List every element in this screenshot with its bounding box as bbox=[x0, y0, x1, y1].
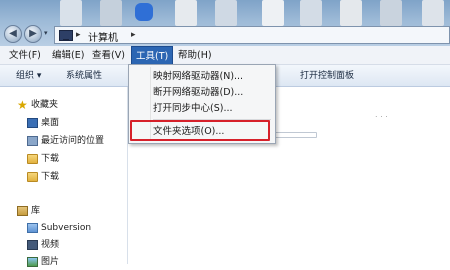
nav-label: Subversion bbox=[41, 223, 92, 233]
address-bar[interactable]: ▸ 计算机 ▸ bbox=[54, 26, 450, 44]
nav-item-downloads[interactable]: 下载 bbox=[0, 151, 128, 167]
nav-label: 视频 bbox=[41, 240, 60, 250]
open-sync-center-item[interactable]: 打开同步中心(S)... bbox=[153, 101, 233, 117]
nav-label: 最近访问的位置 bbox=[41, 136, 105, 146]
system-properties-button[interactable]: 系统属性 bbox=[66, 65, 102, 87]
recent-pages-dropdown-icon[interactable]: ▾ bbox=[44, 29, 48, 37]
computer-icon bbox=[59, 30, 73, 41]
background-thumbnail bbox=[60, 0, 82, 26]
background-thumbnail bbox=[300, 0, 322, 26]
nav-item-desktop[interactable]: 桌面 bbox=[0, 115, 128, 131]
map-network-drive-item[interactable]: 映射网络驱动器(N)... bbox=[153, 69, 243, 85]
menu-tools[interactable]: 工具(T) bbox=[131, 46, 173, 65]
menu-view[interactable]: 查看(V) bbox=[88, 46, 129, 65]
nav-label: 下载 bbox=[41, 172, 60, 182]
back-arrow-icon: ◀ bbox=[9, 28, 17, 39]
background-thumbnail bbox=[175, 0, 197, 26]
nav-label: 下载 bbox=[41, 154, 60, 164]
nav-label: 桌面 bbox=[41, 118, 60, 128]
folder-icon bbox=[27, 154, 38, 164]
forward-arrow-icon: ▶ bbox=[29, 28, 37, 39]
library-icon bbox=[17, 206, 28, 216]
video-library-icon bbox=[27, 240, 38, 250]
drive-capacity-bar bbox=[272, 132, 317, 138]
window-titlebar: ◀ ▶ ▾ ▸ 计算机 ▸ bbox=[0, 0, 450, 46]
breadcrumb-arrow-icon[interactable]: ▸ bbox=[76, 30, 81, 40]
picture-library-icon bbox=[27, 257, 38, 267]
breadcrumb-arrow-icon[interactable]: ▸ bbox=[131, 30, 136, 40]
nav-item-recent-places[interactable]: 最近访问的位置 bbox=[0, 133, 128, 149]
background-thumbnail bbox=[422, 0, 444, 26]
menu-bar: 文件(F) 编辑(E) 查看(V) 工具(T) 帮助(H) bbox=[0, 46, 450, 65]
nav-item-subversion[interactable]: Subversion bbox=[0, 220, 128, 236]
background-thumbnail bbox=[135, 3, 153, 21]
nav-item-pictures[interactable]: 图片 bbox=[0, 254, 128, 270]
menu-edit[interactable]: 编辑(E) bbox=[48, 46, 88, 65]
nav-libraries-header[interactable]: 库 bbox=[0, 203, 128, 219]
open-control-panel-button[interactable]: 打开控制面板 bbox=[300, 65, 354, 87]
nav-label: 图片 bbox=[41, 257, 60, 267]
background-thumbnail bbox=[215, 0, 237, 26]
drive-label-fragment: . . . bbox=[375, 110, 388, 119]
background-thumbnail bbox=[262, 0, 284, 26]
folder-icon bbox=[27, 223, 38, 233]
nav-item-downloads-2[interactable]: 下载 bbox=[0, 169, 128, 185]
navigation-pane: ★ 收藏夹 桌面 最近访问的位置 下载 下载 库 Subversion 视频 图… bbox=[0, 87, 128, 267]
forward-button[interactable]: ▶ bbox=[24, 25, 42, 43]
breadcrumb-location[interactable]: 计算机 bbox=[88, 29, 118, 44]
organize-button[interactable]: 组织 ▾ bbox=[16, 65, 41, 87]
nav-favorites-header[interactable]: ★ 收藏夹 bbox=[0, 97, 128, 113]
menu-help[interactable]: 帮助(H) bbox=[174, 46, 216, 65]
star-icon: ★ bbox=[17, 98, 28, 112]
background-thumbnail bbox=[380, 0, 402, 26]
folder-icon bbox=[27, 172, 38, 182]
nav-label: 收藏夹 bbox=[31, 100, 59, 110]
recent-places-icon bbox=[27, 136, 38, 146]
nav-item-videos[interactable]: 视频 bbox=[0, 237, 128, 253]
desktop-icon bbox=[27, 118, 38, 128]
disconnect-network-drive-item[interactable]: 断开网络驱动器(D)... bbox=[153, 85, 243, 101]
nav-label: 库 bbox=[31, 206, 41, 216]
background-thumbnail bbox=[340, 0, 362, 26]
menu-file[interactable]: 文件(F) bbox=[5, 46, 45, 65]
back-button[interactable]: ◀ bbox=[4, 25, 22, 43]
folder-options-highlight-box bbox=[130, 120, 270, 141]
background-thumbnail bbox=[100, 0, 122, 26]
